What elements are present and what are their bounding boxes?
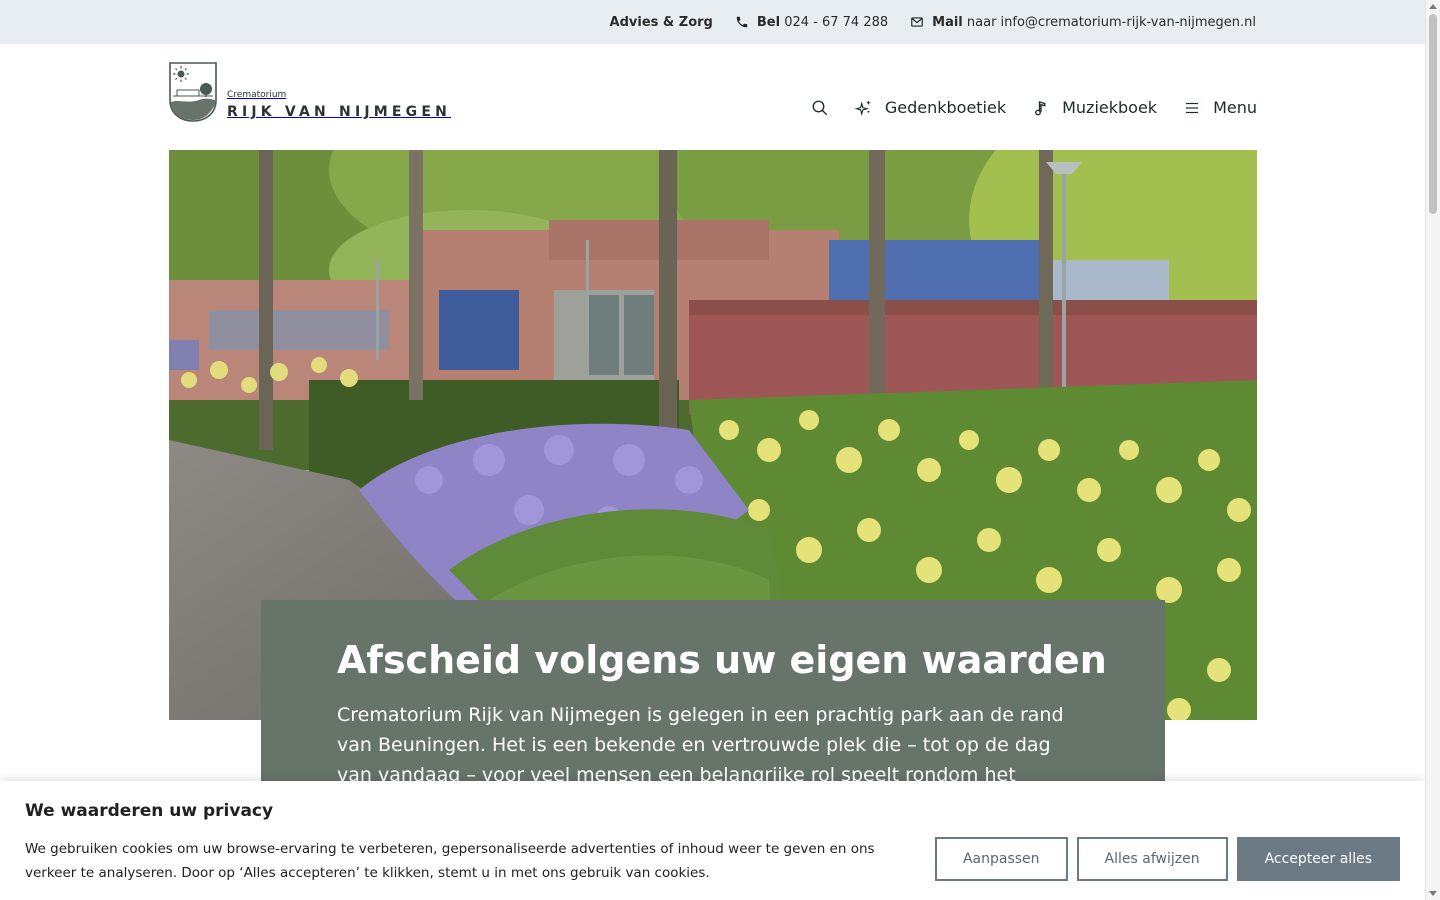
page-scrollbar[interactable] [1425,0,1440,900]
nav-item-gedenkboetiek[interactable]: Gedenkboetiek [854,98,1007,117]
top-bar: Advies & Zorg Bel 024 - 67 74 288 Mail n… [0,0,1425,44]
music-note-icon [1035,100,1046,115]
logo-subtitle: Crematorium [227,90,287,100]
logo-title: RIJK VAN NIJMEGEN [227,104,452,120]
cookie-text: We gebruiken cookies om uw browse-ervari… [25,841,875,881]
advice-label: Advies & Zorg [609,14,713,30]
top-bar-links: Advies & Zorg Bel 024 - 67 74 288 Mail n… [610,0,1256,44]
mail-label: Mail [932,14,963,30]
nav-label-gedenkboetiek: Gedenkboetiek [884,98,1007,117]
nav-label-menu: Menu [1213,98,1257,117]
cookie-title: We waarderen uw privacy [25,801,274,821]
accept-all-button[interactable]: Accepteer alles [1236,837,1400,881]
sparkle-icon [854,100,871,116]
cookie-banner: We waarderen uw privacy We gebruiken coo… [0,781,1425,900]
search-icon [812,100,828,115]
cookie-buttons: Aanpassen Alles afwijzen Accepteer alles [934,837,1400,881]
phone-icon [736,16,748,28]
mail-icon [911,17,923,27]
hamburger-icon [1186,102,1199,113]
nav-label-muziekboek: Muziekboek [1062,98,1158,117]
mail-address: naar info@crematorium-rijk-van-nijmegen.… [966,14,1256,30]
main-nav: Gedenkboetiek Muziekboek Menu [811,98,1257,117]
mail-link[interactable]: Mail naar info@crematorium-rijk-van-nijm… [910,15,1256,30]
search-button[interactable] [811,99,829,117]
phone-label: Bel [756,14,781,30]
nav-item-menu[interactable]: Menu [1183,98,1257,117]
scroll-up-arrow-icon[interactable] [1429,4,1437,9]
reject-all-button[interactable]: Alles afwijzen [1076,837,1228,881]
crematorium-emblem-icon [169,62,217,122]
nav-item-muziekboek[interactable]: Muziekboek [1032,98,1157,117]
phone-number: 024 - 67 74 288 [784,14,889,30]
intro-title: Afscheid volgens uw eigen waarden [337,638,1107,682]
phone-link[interactable]: Bel 024 - 67 74 288 [735,15,888,30]
scrollbar-thumb[interactable] [1429,14,1437,214]
site-header: Crematorium RIJK VAN NIJMEGEN Gedenkboet… [169,60,1257,130]
logo[interactable]: Crematorium RIJK VAN NIJMEGEN [169,62,451,122]
customize-button[interactable]: Aanpassen [934,837,1068,881]
advice-link[interactable]: Advies & Zorg [610,15,713,30]
scroll-down-arrow-icon[interactable] [1429,891,1437,896]
